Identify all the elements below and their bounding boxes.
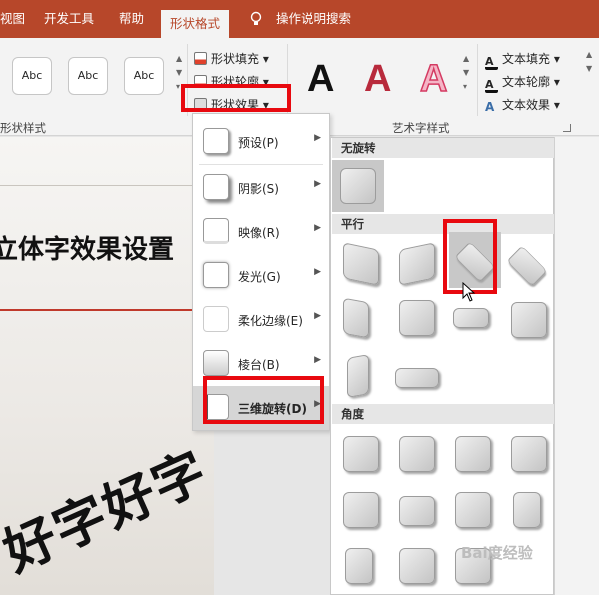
- 3d-rotation-gallery: 无旋转 平行 角度 Bai度经验: [330, 137, 554, 595]
- highlight-3d-rotation: [203, 376, 324, 424]
- gallery-item-parallel-7[interactable]: [453, 308, 489, 328]
- tab-help[interactable]: 帮助: [119, 0, 144, 38]
- gallery-item-parallel-5[interactable]: [343, 297, 369, 339]
- gallery-item-parallel-6[interactable]: [399, 300, 435, 336]
- menu-separator: [199, 164, 323, 165]
- menu-item-label: 预设(P): [238, 136, 279, 150]
- menu-item-reflection[interactable]: 映像(R) ▶: [193, 210, 329, 254]
- tab-developer[interactable]: 开发工具: [44, 0, 94, 38]
- menu-item-preset[interactable]: 预设(P) ▶: [193, 120, 329, 164]
- paint-bucket-icon: [194, 52, 207, 65]
- shape-style-thumb-1[interactable]: Abc: [12, 57, 52, 95]
- shadow-icon: [203, 174, 229, 200]
- chevron-right-icon: ▶: [314, 355, 321, 365]
- soft-edges-icon: [203, 306, 229, 332]
- gallery-header-no-rotation: 无旋转: [332, 138, 554, 158]
- gallery-item-perspective-10[interactable]: [399, 548, 435, 584]
- gallery-item-perspective-2[interactable]: [399, 436, 435, 472]
- gallery-item-parallel-8[interactable]: [511, 302, 547, 338]
- gallery-item-perspective-4[interactable]: [511, 436, 547, 472]
- mouse-cursor-icon: [462, 281, 476, 302]
- gallery-item-parallel-1[interactable]: [343, 242, 379, 286]
- chevron-right-icon: ▶: [314, 133, 321, 143]
- gallery-item-perspective-6[interactable]: [399, 496, 435, 526]
- chevron-right-icon: ▶: [314, 267, 321, 277]
- gallery-item-perspective-8[interactable]: [513, 492, 541, 528]
- menu-item-soft-edges[interactable]: 柔化边缘(E) ▶: [193, 298, 329, 342]
- menu-item-label: 阴影(S): [238, 182, 279, 196]
- wordart-group-label: 艺术字样式: [392, 121, 450, 135]
- slide-canvas: 立体字效果设置 好字好字: [0, 137, 217, 595]
- chevron-right-icon: ▶: [314, 223, 321, 233]
- wordart-3d-text[interactable]: 好字好字: [0, 429, 218, 585]
- menu-item-label: 棱台(B): [238, 358, 280, 372]
- gallery-item-perspective-5[interactable]: [343, 492, 379, 528]
- text-effects-label: 文本效果: [502, 98, 551, 112]
- preset-icon: [203, 128, 229, 154]
- text-fill-label: 文本填充: [502, 52, 551, 66]
- slide-edge: [0, 185, 214, 186]
- text-outline-label: 文本轮廓: [502, 75, 551, 89]
- menu-item-label: 发光(G): [238, 270, 281, 284]
- title-underline: [0, 309, 214, 311]
- gallery-item-parallel-10[interactable]: [395, 368, 439, 388]
- text-fill-button[interactable]: A 文本填充 ▾: [485, 50, 560, 70]
- text-effects-button[interactable]: A 文本效果 ▾: [485, 96, 560, 114]
- right-pane[interactable]: [554, 137, 599, 595]
- gallery-item-parallel-9[interactable]: [347, 354, 369, 398]
- glow-icon: [203, 262, 229, 288]
- gallery-item-perspective-3[interactable]: [455, 436, 491, 472]
- reflection-icon: [203, 218, 229, 244]
- gallery-header-perspective: 角度: [332, 404, 554, 424]
- menu-item-label: 映像(R): [238, 226, 280, 240]
- slide-title[interactable]: 立体字效果设置: [0, 229, 174, 266]
- shape-style-thumb-3[interactable]: Abc: [124, 57, 164, 95]
- dialog-launcher-icon[interactable]: [563, 124, 571, 132]
- text-effects-icon: A: [485, 100, 495, 114]
- highlight-shape-effects: [181, 84, 291, 112]
- text-fill-icon: A: [485, 56, 498, 70]
- gallery-item-parallel-4[interactable]: [506, 245, 548, 287]
- menu-item-label: 柔化边缘(E): [238, 314, 303, 328]
- gallery-item-perspective-7[interactable]: [455, 492, 491, 528]
- wordart-style-pink[interactable]: A: [419, 54, 448, 104]
- gallery-item-no-rotation[interactable]: [332, 160, 384, 212]
- chevron-right-icon: ▶: [314, 179, 321, 189]
- gallery-item-perspective-9[interactable]: [345, 548, 373, 584]
- tab-shape-format[interactable]: 形状格式: [161, 10, 230, 38]
- shape-fill-label: 形状填充: [211, 52, 260, 66]
- lightbulb-icon: [250, 11, 262, 27]
- wordart-gallery-arrows[interactable]: ▲ ▼ ▾: [463, 52, 473, 94]
- menu-item-glow[interactable]: 发光(G) ▶: [193, 254, 329, 298]
- tell-me-search[interactable]: 操作说明搜索: [276, 0, 351, 38]
- chevron-right-icon: ▶: [314, 311, 321, 321]
- gallery-item-parallel-2[interactable]: [399, 242, 435, 286]
- shape-style-thumb-2[interactable]: Abc: [68, 57, 108, 95]
- wordart-style-red[interactable]: A: [364, 54, 391, 104]
- separator: [477, 44, 478, 116]
- no-rotation-shape-icon: [340, 168, 376, 204]
- gallery-item-perspective-1[interactable]: [343, 436, 379, 472]
- menu-item-shadow[interactable]: 阴影(S) ▶: [193, 166, 329, 210]
- bevel-icon: [203, 350, 229, 376]
- ribbon-tab-bar: 视图 开发工具 帮助 形状格式 操作说明搜索: [0, 0, 599, 38]
- shape-styles-group-label: 形状样式: [0, 121, 46, 135]
- wordart-style-black[interactable]: A: [307, 54, 334, 104]
- text-outline-icon: A: [485, 79, 498, 93]
- ribbon-scroll-arrows[interactable]: ▲ ▼: [586, 48, 596, 76]
- shape-fill-button[interactable]: 形状填充 ▾: [194, 50, 269, 67]
- tab-view[interactable]: 视图: [0, 0, 25, 38]
- watermark: Bai度经验: [461, 544, 533, 562]
- text-outline-button[interactable]: A 文本轮廓 ▾: [485, 73, 560, 93]
